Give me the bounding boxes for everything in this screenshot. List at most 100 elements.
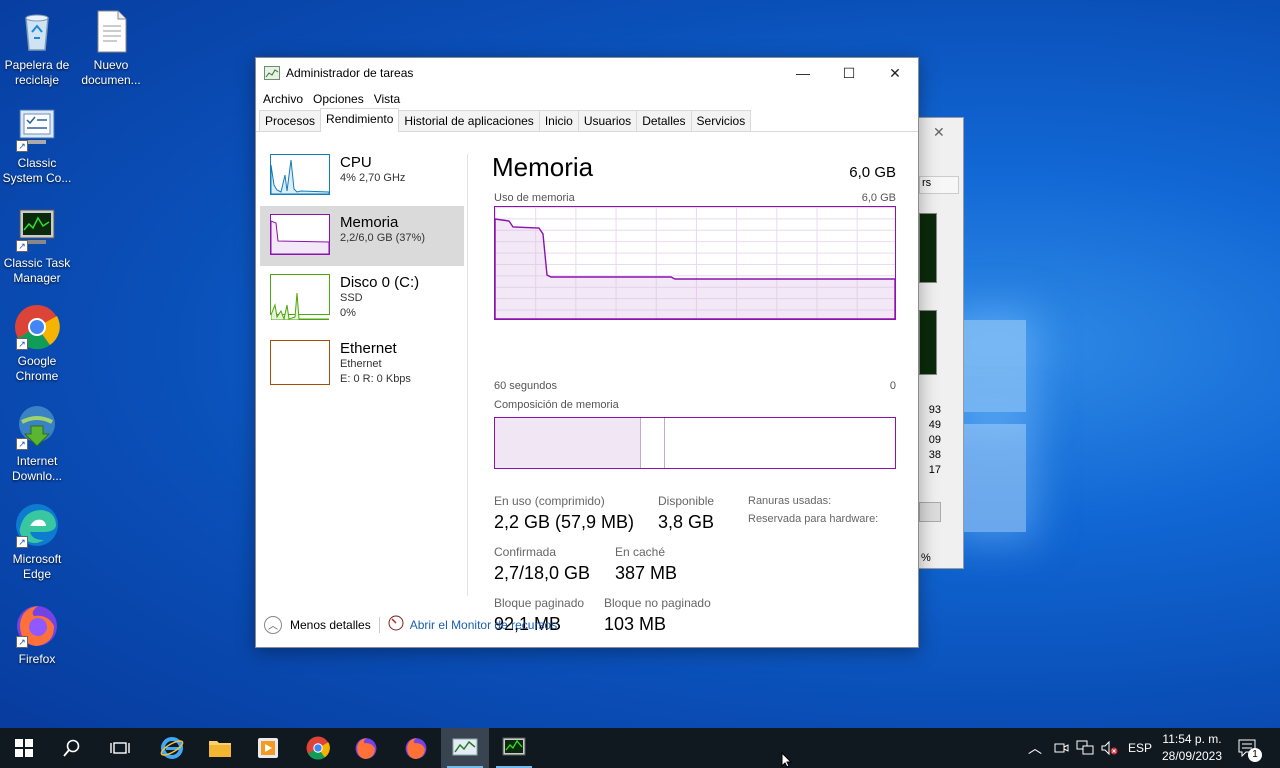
stat-in-use: En uso (comprimido) 2,2 GB (57,9 MB)	[494, 494, 634, 533]
desktop-icon-google-chrome[interactable]: ↗ Google Chrome	[2, 304, 72, 384]
resource-detail: E: 0 R: 0 Kbps	[340, 373, 411, 385]
background-window[interactable]: ✕ rs 93 49 09 38 17 %	[918, 117, 964, 569]
memory-total: 6,0 GB	[849, 164, 896, 181]
task-manager-icon: ↗	[14, 206, 60, 252]
background-window-button[interactable]	[919, 502, 941, 522]
close-button[interactable]: ✕	[872, 58, 918, 88]
resource-item-memory[interactable]: Memoria 2,2/6,0 GB (37%)	[260, 206, 464, 266]
stat-label: Confirmada	[494, 545, 557, 559]
composition-label: Composición de memoria	[494, 399, 619, 411]
media-player-icon	[258, 738, 278, 758]
firefox-icon	[405, 738, 427, 759]
start-button[interactable]	[0, 728, 48, 768]
desktop-icon-label: Classic System Co...	[2, 156, 72, 185]
mouse-cursor-icon	[781, 751, 793, 768]
clock-time: 11:54 p. m.	[1162, 732, 1222, 746]
classic-task-manager-icon	[502, 737, 526, 756]
window-title: Administrador de tareas	[286, 66, 414, 80]
desktop-icon-firefox[interactable]: ↗ Firefox	[2, 602, 72, 667]
background-window-graph	[919, 213, 937, 283]
stat-cached: En caché 387 MB	[615, 545, 677, 584]
tab-servicios[interactable]: Servicios	[690, 110, 752, 131]
taskbar-firefox[interactable]	[342, 728, 390, 768]
tab-detalles[interactable]: Detalles	[636, 110, 692, 131]
tab-usuarios[interactable]: Usuarios	[577, 110, 638, 131]
tab-procesos[interactable]: Procesos	[259, 110, 322, 131]
title-bar[interactable]: Administrador de tareas — ☐ ✕	[256, 58, 918, 88]
stat-available: Disponible 3,8 GB	[658, 494, 714, 533]
background-window-value: 38	[928, 449, 941, 461]
tray-meet-now[interactable]	[1053, 728, 1069, 768]
search-button[interactable]	[48, 728, 96, 768]
minimize-button[interactable]: —	[780, 58, 826, 88]
language-indicator[interactable]: ESP	[1128, 728, 1152, 768]
taskbar-task-manager[interactable]	[441, 728, 489, 768]
task-view-button[interactable]	[96, 728, 144, 768]
chrome-icon	[306, 736, 330, 760]
task-manager-icon	[452, 738, 478, 756]
resource-item-cpu[interactable]: CPU 4% 2,70 GHz	[260, 146, 464, 206]
menu-vista[interactable]: Vista	[369, 92, 405, 106]
desktop-icon-label: Internet Downlo...	[11, 454, 63, 483]
stat-label: Disponible	[658, 494, 715, 508]
task-view-icon	[110, 742, 130, 754]
tray-volume[interactable]	[1100, 728, 1118, 768]
taskbar-internet-explorer[interactable]	[148, 728, 196, 768]
resource-detail: 0%	[340, 307, 356, 319]
desktop-icon-internet-download-manager[interactable]: ↗ Internet Downlo...	[2, 404, 72, 484]
taskbar-clock[interactable]: 11:54 p. m. 28/09/2023	[1158, 731, 1226, 765]
desktop-icon-microsoft-edge[interactable]: ↗ Microsoft Edge	[2, 502, 72, 582]
background-window-tab[interactable]: rs	[919, 176, 959, 194]
desktop-icon-label: Nuevo documen...	[81, 58, 141, 87]
taskbar-firefox-2[interactable]	[392, 728, 440, 768]
less-details-button[interactable]: Menos detalles	[290, 618, 371, 632]
chrome-icon: ↗	[14, 304, 60, 350]
desktop-icon-classic-task-manager[interactable]: ↗ Classic Task Manager	[2, 206, 72, 286]
resource-monitor-link[interactable]: Abrir el Monitor de recursos	[410, 618, 557, 632]
task-manager-app-icon	[264, 66, 280, 80]
shortcut-arrow-icon: ↗	[16, 140, 28, 152]
stat-nonpaged-pool: Bloque no paginado 103 MB	[604, 596, 711, 635]
usage-graph-max: 6,0 GB	[861, 192, 896, 204]
download-manager-icon: ↗	[14, 404, 60, 450]
stat-value: 3,8 GB	[658, 512, 715, 532]
tab-inicio[interactable]: Inicio	[538, 110, 579, 131]
memory-thumbnail-graph	[270, 214, 330, 255]
menu-opciones[interactable]: Opciones	[308, 92, 369, 106]
menu-archivo[interactable]: Archivo	[258, 92, 308, 106]
resource-name: Memoria	[340, 214, 399, 231]
tab-rendimiento[interactable]: Rendimiento	[320, 108, 400, 132]
taskbar-file-explorer[interactable]	[196, 728, 244, 768]
tab-historial[interactable]: Historial de aplicaciones	[398, 110, 540, 131]
stat-value: 103 MB	[604, 614, 667, 634]
desktop-icon-recycle-bin[interactable]: Papelera de reciclaje	[2, 8, 72, 88]
clock-date: 28/09/2023	[1161, 749, 1223, 763]
shortcut-arrow-icon: ↗	[16, 438, 28, 450]
meet-now-icon	[1054, 743, 1069, 753]
background-window-close-icon[interactable]: ✕	[933, 124, 945, 141]
taskbar-chrome[interactable]	[294, 728, 342, 768]
chevron-up-icon[interactable]: ︿	[264, 615, 282, 634]
desktop-icon-classic-system-config[interactable]: ↗ Classic System Co...	[2, 106, 72, 186]
taskbar-media-player[interactable]	[244, 728, 292, 768]
desktop-icon-new-document[interactable]: Nuevo documen...	[76, 8, 146, 88]
edge-icon: ↗	[14, 502, 60, 548]
cpu-thumbnail-graph	[270, 154, 330, 195]
action-center-button[interactable]: 1	[1238, 728, 1262, 768]
shortcut-arrow-icon: ↗	[16, 240, 28, 252]
maximize-button[interactable]: ☐	[826, 58, 872, 88]
resource-detail: 4% 2,70 GHz	[340, 172, 406, 184]
hardware-reserved-label: Reservada para hardware:	[748, 513, 879, 525]
resource-name: Disco 0 (C:)	[340, 274, 420, 291]
stat-value: 387 MB	[615, 563, 678, 583]
composition-modified	[641, 418, 665, 468]
chevron-up-icon[interactable]: ︿	[1028, 738, 1042, 758]
resource-item-ethernet[interactable]: Ethernet Ethernet E: 0 R: 0 Kbps	[260, 332, 464, 394]
taskbar-classic-task-manager[interactable]	[490, 728, 538, 768]
resource-item-disk[interactable]: Disco 0 (C:) SSD 0%	[260, 266, 464, 332]
background-window-graph	[919, 310, 937, 375]
stat-label: En uso (comprimido)	[494, 494, 605, 508]
task-manager-window: Administrador de tareas — ☐ ✕ Archivo Op…	[255, 57, 919, 648]
tray-network[interactable]	[1076, 728, 1094, 768]
show-hidden-icons[interactable]: ︿	[1028, 728, 1042, 768]
